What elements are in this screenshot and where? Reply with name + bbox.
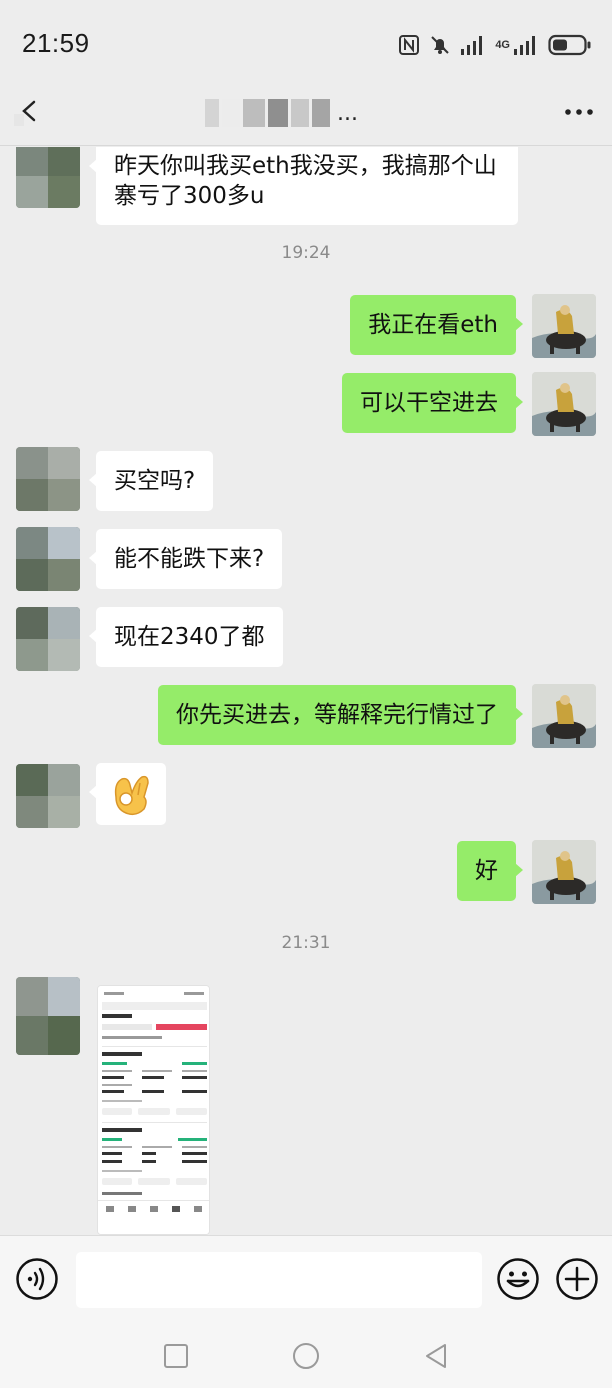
network-type-label: 4G xyxy=(495,39,510,51)
message-bubble[interactable]: 好 xyxy=(457,841,523,901)
blurred-name xyxy=(312,99,330,127)
more-button[interactable] xyxy=(564,104,594,120)
recent-apps-icon xyxy=(164,1344,188,1368)
my-avatar[interactable] xyxy=(532,294,596,358)
more-functions-button[interactable] xyxy=(555,1257,599,1301)
status-icons: 4G xyxy=(398,30,592,60)
contact-avatar[interactable] xyxy=(16,607,80,671)
person-on-ox-image xyxy=(532,372,596,436)
status-time: 21:59 xyxy=(22,28,90,58)
image-message-thumbnail[interactable] xyxy=(97,985,210,1235)
my-avatar[interactable] xyxy=(532,840,596,904)
message-input[interactable] xyxy=(76,1252,482,1308)
home-icon xyxy=(293,1343,319,1369)
chat-title-suffix: ... xyxy=(337,100,358,126)
recent-apps-button[interactable] xyxy=(161,1341,191,1371)
message-bubble[interactable]: 你先买进去，等解释完行情过了 xyxy=(158,685,523,745)
blurred-name xyxy=(222,99,240,127)
chevron-left-icon xyxy=(14,100,36,126)
message-timestamp: 21:31 xyxy=(281,933,331,953)
chat-header: ... xyxy=(0,80,612,146)
mute-bell-icon xyxy=(431,36,450,54)
ok-hand-icon xyxy=(114,775,149,816)
contact-avatar[interactable] xyxy=(16,527,80,591)
nav-back-button[interactable] xyxy=(421,1341,451,1371)
message-bubble[interactable]: 可以干空进去 xyxy=(342,373,523,433)
voice-icon xyxy=(16,1258,58,1300)
message-input-bar xyxy=(0,1235,612,1323)
chat-area[interactable]: 昨天你叫我买eth我没买，我搞那个山寨亏了300多u 19:24 我正在看eth… xyxy=(0,147,612,1235)
blurred-name xyxy=(243,99,265,127)
emoji-button[interactable] xyxy=(496,1257,540,1301)
system-navigation-bar xyxy=(0,1323,612,1388)
back-icon xyxy=(426,1344,446,1368)
status-bar: 21:59 4G xyxy=(0,0,612,80)
message-bubble[interactable]: 现在2340了都 xyxy=(89,607,283,667)
my-avatar[interactable] xyxy=(532,684,596,748)
person-on-ox-image xyxy=(532,684,596,748)
battery-icon xyxy=(548,34,591,56)
contact-avatar[interactable] xyxy=(16,977,80,1055)
my-avatar[interactable] xyxy=(532,372,596,436)
person-on-ox-image xyxy=(532,294,596,358)
signal-icon xyxy=(461,36,483,55)
chat-title: ... xyxy=(205,96,358,130)
emoji-message[interactable] xyxy=(89,763,166,825)
blurred-name xyxy=(205,99,219,127)
contact-avatar[interactable] xyxy=(16,764,80,828)
message-bubble[interactable]: 我正在看eth xyxy=(350,295,523,355)
smiley-icon xyxy=(497,1258,539,1300)
message-timestamp: 19:24 xyxy=(281,243,331,263)
voice-button[interactable] xyxy=(15,1257,59,1301)
message-bubble[interactable]: 昨天你叫我买eth我没买，我搞那个山寨亏了300多u xyxy=(89,147,518,225)
contact-avatar[interactable] xyxy=(16,147,80,208)
trading-app-screenshot-image xyxy=(98,986,209,1234)
plus-icon xyxy=(556,1258,598,1300)
contact-avatar[interactable] xyxy=(16,447,80,511)
message-bubble[interactable]: 能不能跌下来? xyxy=(88,529,283,589)
message-bubble[interactable]: 买空吗? xyxy=(88,451,214,511)
person-on-ox-image xyxy=(532,840,596,904)
blurred-name xyxy=(291,99,309,127)
blurred-name xyxy=(268,99,288,127)
back-button[interactable] xyxy=(14,94,48,128)
more-dots-icon xyxy=(565,109,593,115)
signal-icon-2 xyxy=(514,36,535,55)
home-button[interactable] xyxy=(291,1341,321,1371)
nfc-icon xyxy=(399,35,420,55)
